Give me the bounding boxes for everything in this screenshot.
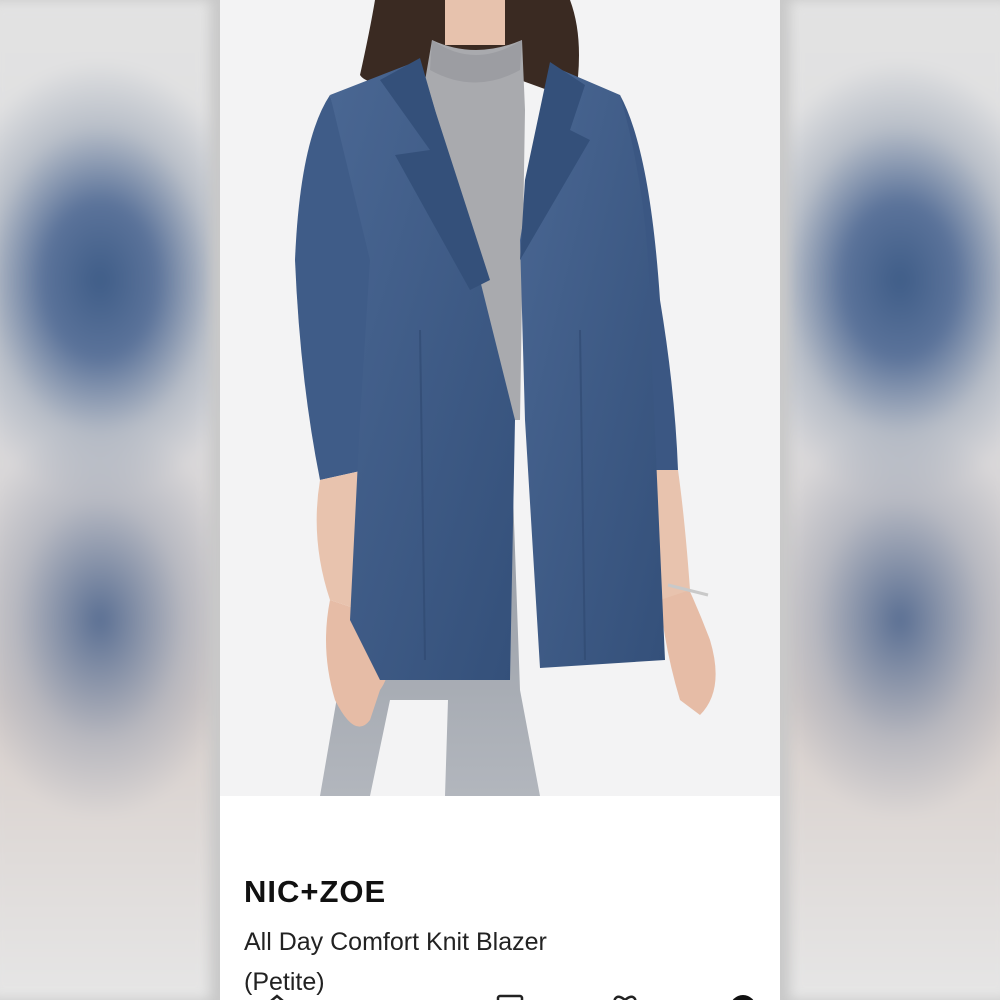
heart-icon[interactable] <box>610 994 640 1000</box>
product-title: All Day Comfort Knit Blazer (Petite) <box>244 928 547 996</box>
blurred-backdrop-left <box>0 0 210 1000</box>
bottom-tab-bar <box>220 992 780 1000</box>
brand-name[interactable]: NIC+ZOE <box>244 874 386 910</box>
product-info-panel: NIC+ZOE All Day Comfort Knit Blazer (Pet… <box>220 796 780 1000</box>
home-icon[interactable] <box>262 994 292 1000</box>
profile-icon[interactable] <box>728 994 758 1000</box>
product-photo[interactable] <box>220 0 780 796</box>
model-illustration <box>220 0 780 796</box>
blurred-backdrop-right <box>790 0 1000 1000</box>
shop-icon[interactable] <box>495 994 525 1000</box>
product-screen: NIC+ZOE All Day Comfort Knit Blazer (Pet… <box>220 0 780 1000</box>
